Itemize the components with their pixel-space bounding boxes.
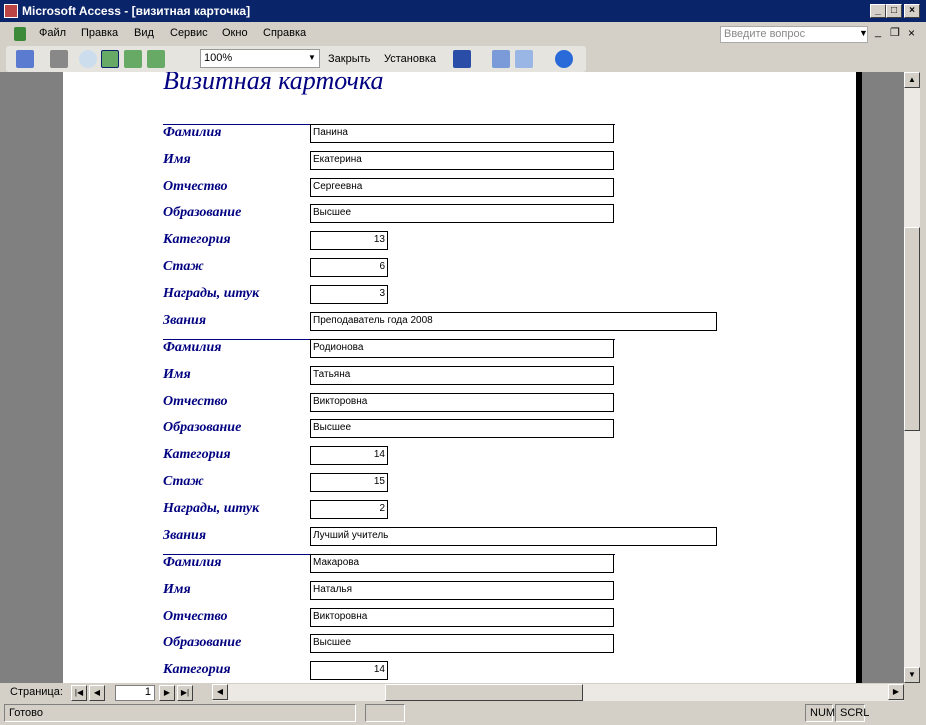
field-value: 14 — [310, 446, 388, 466]
close-button[interactable]: × — [904, 4, 920, 18]
field-label: Отчество — [163, 608, 228, 624]
field-label: Звания — [163, 527, 207, 543]
ask-dropdown-icon[interactable]: ▼ — [859, 28, 868, 38]
office-links-word-icon[interactable] — [453, 50, 471, 68]
report-page: Визитная карточка Фамилия Панина Имя Екатер… — [63, 72, 856, 683]
field-label: Имя — [163, 366, 191, 382]
field-value: Сергеевна — [310, 177, 614, 197]
field-value: Викторовна — [310, 392, 614, 412]
field-value: Панина — [310, 124, 614, 143]
doc-restore-button[interactable]: ❐ — [890, 26, 900, 39]
field-label: Стаж — [163, 474, 204, 489]
status-panel — [365, 704, 405, 722]
field-label: Категория — [163, 232, 231, 248]
field-label: Стаж — [163, 259, 204, 274]
zoom-magnifier-icon[interactable] — [79, 50, 97, 68]
menu-tools[interactable]: Сервис — [170, 27, 208, 39]
field-label: Звания — [163, 312, 207, 328]
field-value: Родионова — [310, 339, 614, 358]
title-bar: Microsoft Access - [визитная карточка] — [0, 0, 926, 22]
preview-area: Визитная карточка Фамилия Панина Имя Екатер… — [0, 72, 904, 683]
horizontal-scroll-thumb[interactable] — [385, 684, 583, 701]
database-window-icon[interactable] — [492, 50, 510, 68]
field-value: Наталья — [310, 580, 614, 600]
db-window-icon[interactable] — [14, 27, 26, 41]
report-title: Визитная карточка — [163, 72, 384, 95]
field-label: Имя — [163, 581, 191, 597]
print-icon[interactable] — [50, 50, 68, 68]
one-page-icon[interactable] — [101, 50, 119, 68]
scroll-up-button[interactable]: ▲ — [904, 72, 920, 88]
menu-view[interactable]: Вид — [134, 27, 154, 39]
field-value: Екатерина — [310, 150, 614, 170]
field-label: Отчество — [163, 178, 228, 194]
field-value: 2 — [310, 499, 388, 519]
two-pages-icon[interactable] — [124, 50, 142, 68]
zoom-select[interactable]: 100% — [200, 49, 320, 68]
first-page-button[interactable]: |◀ — [71, 685, 87, 701]
scroll-right-button[interactable]: ▶ — [888, 684, 904, 700]
next-page-button[interactable]: ▶ — [159, 685, 175, 701]
close-preview-button[interactable]: Закрыть — [328, 50, 370, 68]
field-value: Высшее — [310, 204, 614, 224]
menu-edit[interactable]: Правка — [81, 27, 118, 39]
scroll-left-button[interactable]: ◀ — [212, 684, 228, 700]
field-value: Преподаватель года 2008 — [310, 311, 717, 331]
field-value: Викторовна — [310, 607, 614, 627]
access-app-icon[interactable] — [4, 4, 18, 18]
ask-question-input[interactable]: Введите вопрос — [720, 26, 868, 43]
field-label: Категория — [163, 447, 231, 463]
page-shadow — [856, 72, 862, 683]
field-value: 14 — [310, 661, 388, 681]
field-label: Образование — [163, 420, 242, 436]
new-object-icon[interactable] — [515, 50, 533, 68]
field-label: Имя — [163, 151, 191, 167]
multiple-pages-icon[interactable] — [147, 50, 165, 68]
doc-minimize-button[interactable]: _ — [875, 26, 881, 38]
menu-help[interactable]: Справка — [263, 27, 306, 39]
menu-file[interactable]: Файл — [39, 27, 66, 39]
status-text: Готово — [4, 704, 356, 722]
doc-close-button[interactable]: × — [908, 26, 915, 40]
field-label: Фамилия — [163, 340, 222, 355]
prev-page-button[interactable]: ◀ — [89, 685, 105, 701]
field-label: Фамилия — [163, 555, 222, 570]
field-label: Категория — [163, 662, 231, 678]
field-value: Высшее — [310, 419, 614, 439]
view-design-icon[interactable] — [16, 50, 34, 68]
vertical-scrollbar[interactable]: ▲ ▼ — [904, 72, 920, 683]
field-value: 6 — [310, 258, 388, 277]
minimize-button[interactable]: _ — [870, 4, 886, 18]
maximize-button[interactable]: □ — [886, 4, 902, 18]
field-label: Образование — [163, 635, 242, 651]
page-label: Страница: — [10, 686, 63, 698]
menu-window[interactable]: Окно — [222, 27, 248, 39]
field-label: Награды, штук — [163, 500, 260, 516]
field-value: 13 — [310, 231, 388, 251]
field-value: Высшее — [310, 634, 614, 654]
page-setup-button[interactable]: Установка — [384, 50, 436, 68]
scroll-down-button[interactable]: ▼ — [904, 667, 920, 683]
field-value: Макарова — [310, 554, 614, 573]
field-label: Награды, штук — [163, 285, 260, 301]
status-scrl: SCRL — [835, 704, 869, 722]
page-number-input[interactable]: 1 — [115, 685, 155, 701]
field-value: 3 — [310, 284, 388, 304]
window-title: Microsoft Access - [визитная карточка] — [22, 4, 251, 18]
field-label: Отчество — [163, 393, 228, 409]
vertical-scroll-thumb[interactable] — [904, 227, 920, 431]
field-value: Лучший учитель — [310, 526, 717, 546]
help-icon[interactable] — [555, 50, 573, 68]
field-label: Образование — [163, 205, 242, 221]
field-label: Фамилия — [163, 125, 222, 140]
zoom-dropdown-icon[interactable]: ▼ — [308, 53, 316, 62]
field-value: Татьяна — [310, 365, 614, 385]
status-num: NUM — [805, 704, 835, 722]
field-value: 15 — [310, 473, 388, 492]
last-page-button[interactable]: ▶| — [177, 685, 193, 701]
